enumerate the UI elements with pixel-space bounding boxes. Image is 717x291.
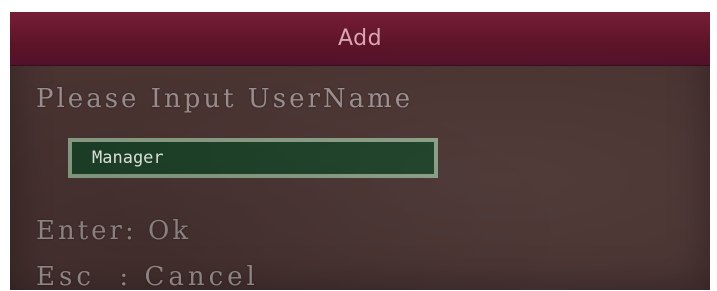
username-input[interactable]: Manager xyxy=(68,138,438,178)
dialog-title-bar: Add xyxy=(10,12,710,66)
dialog-title: Add xyxy=(337,26,383,51)
username-prompt: Please Input UserName xyxy=(36,84,414,114)
enter-ok-hint: Enter: Ok xyxy=(36,216,192,246)
add-user-dialog: Add Please Input UserName Manager Enter:… xyxy=(10,12,710,290)
esc-cancel-hint: Esc : Cancel xyxy=(36,262,259,290)
username-input-value: Manager xyxy=(92,148,164,168)
